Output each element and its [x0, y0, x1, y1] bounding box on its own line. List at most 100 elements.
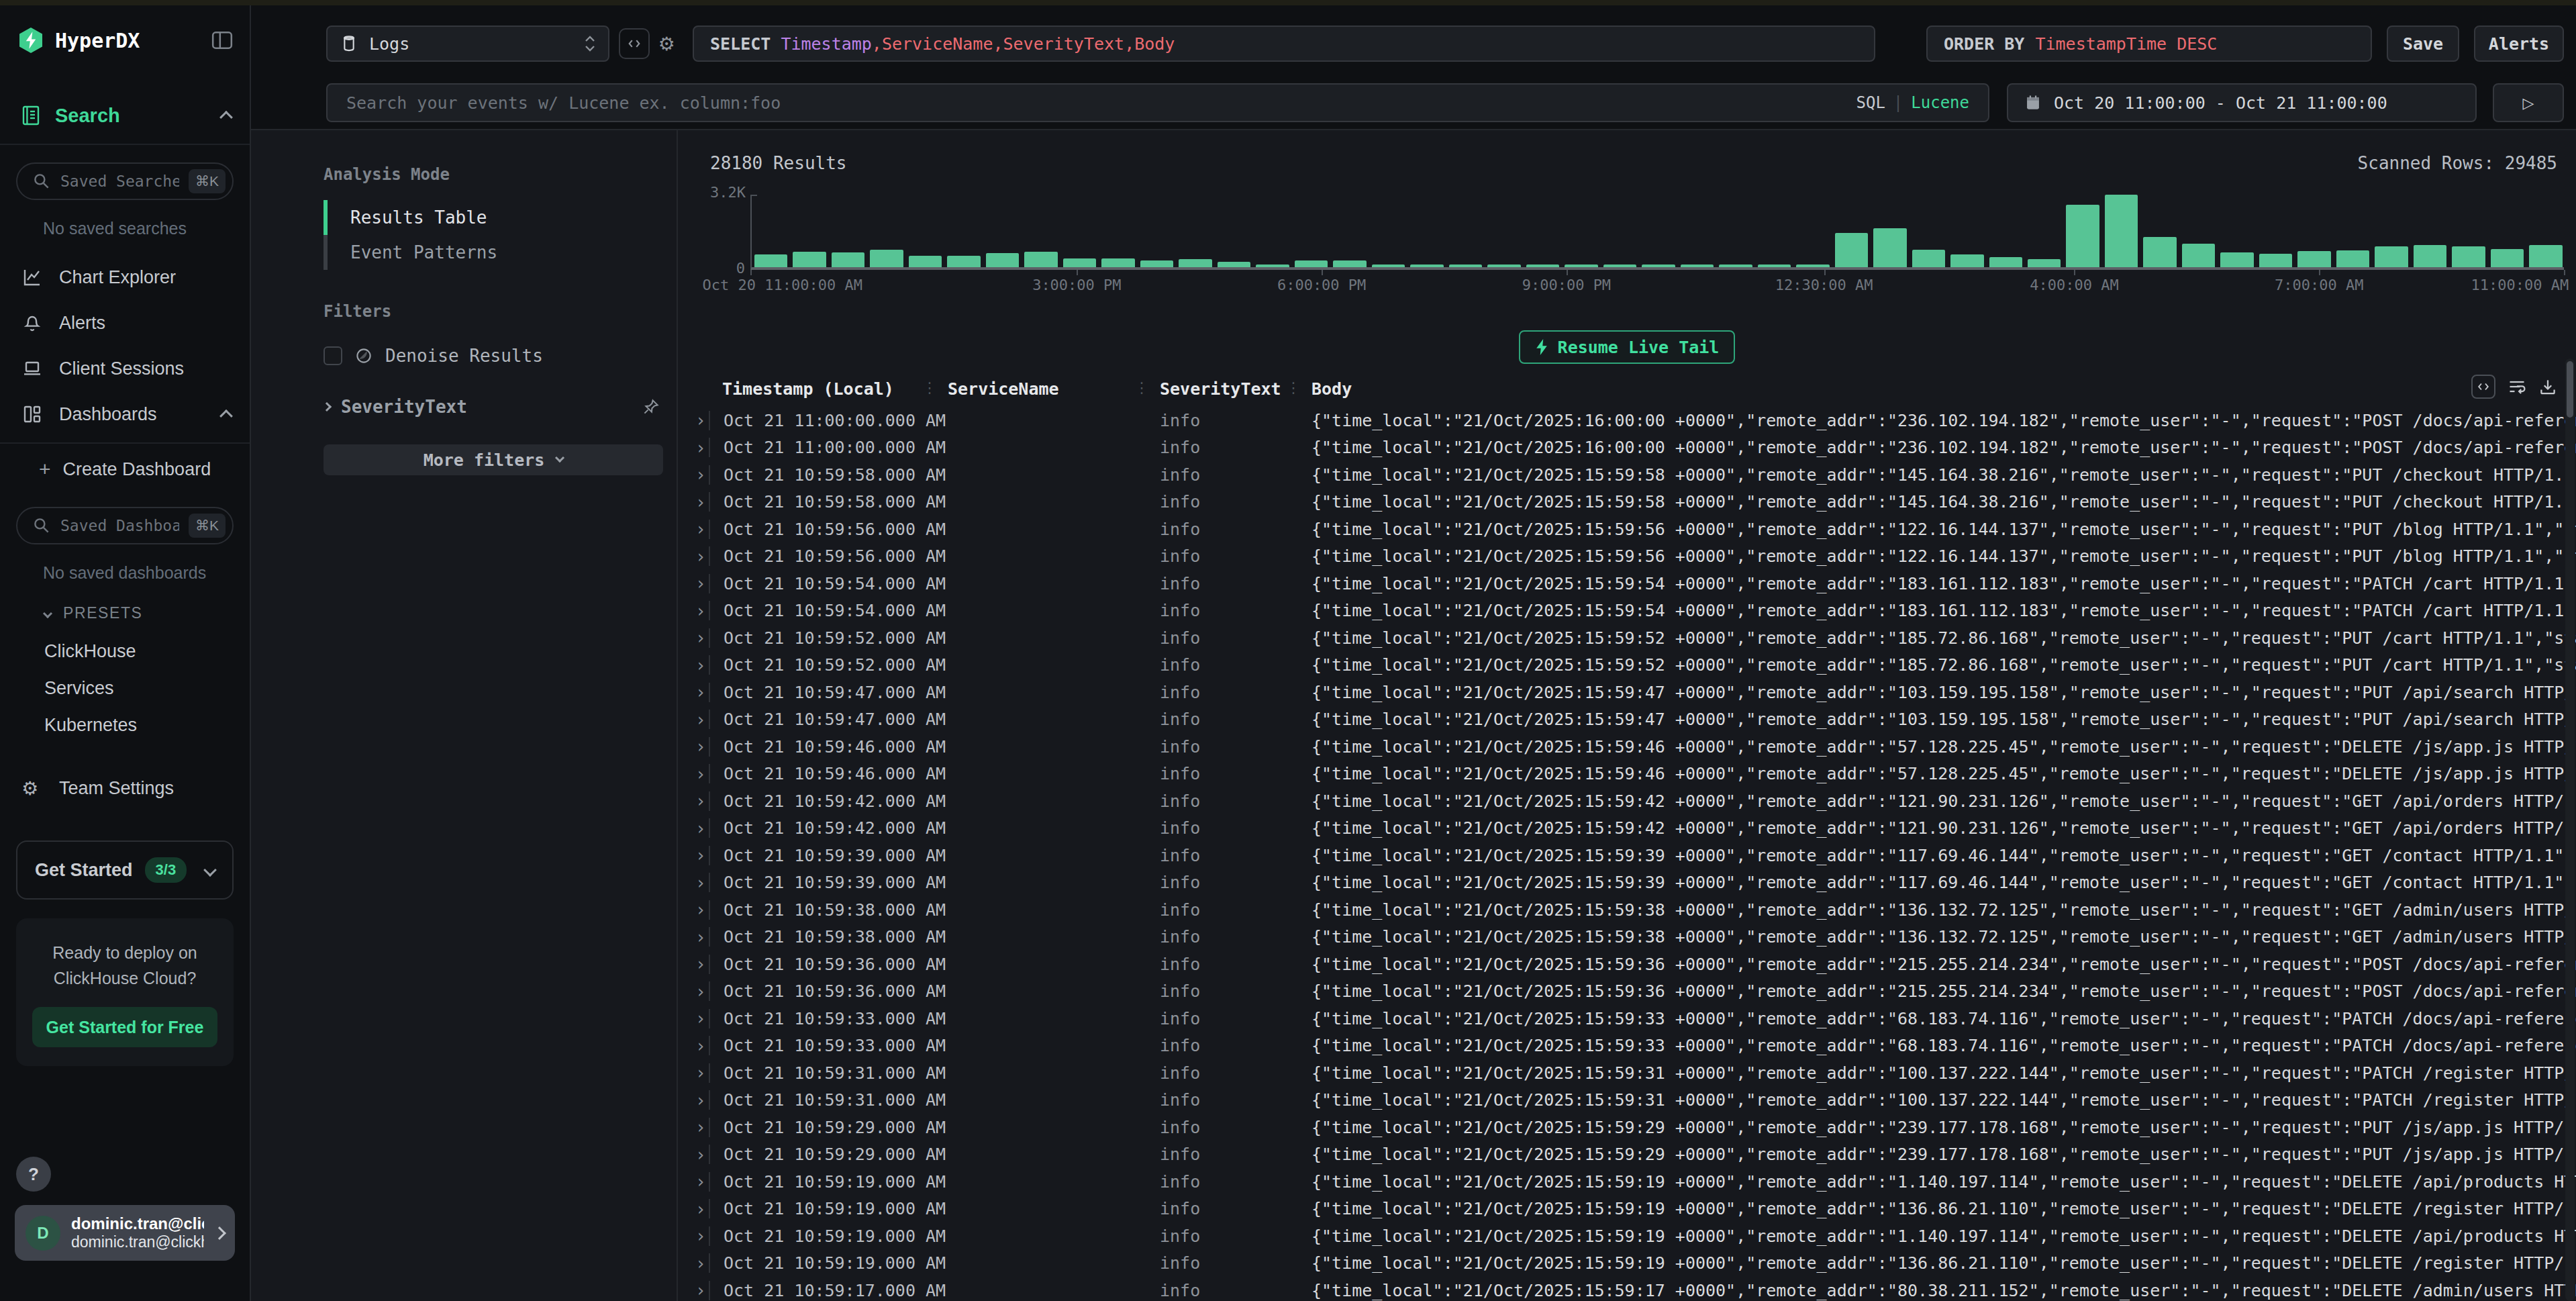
- pin-icon[interactable]: [642, 397, 660, 416]
- histogram-bar[interactable]: [1989, 257, 2022, 267]
- row-expand-chevron[interactable]: ›: [694, 815, 709, 842]
- histogram-bar[interactable]: [1642, 264, 1675, 267]
- histogram-bars[interactable]: [753, 195, 2564, 267]
- log-row[interactable]: ›Oct 21 10:59:33.000 AMinfo{"time_local"…: [694, 1032, 2576, 1060]
- row-expand-chevron[interactable]: ›: [694, 869, 709, 896]
- row-expand-chevron[interactable]: ›: [694, 978, 709, 1005]
- histogram-bar[interactable]: [754, 254, 787, 267]
- user-menu[interactable]: D dominic.tran@clic... dominic.tran@clic…: [15, 1205, 235, 1261]
- histogram-bar[interactable]: [1565, 264, 1597, 267]
- row-expand-chevron[interactable]: ›: [694, 407, 709, 434]
- histogram-bar[interactable]: [2529, 245, 2562, 267]
- severity-filter-group[interactable]: SeverityText: [324, 391, 663, 423]
- histogram-bar[interactable]: [1835, 233, 1868, 267]
- row-expand-chevron[interactable]: ›: [694, 1168, 709, 1195]
- get-started-free-button[interactable]: Get Started for Free: [32, 1007, 217, 1047]
- sql-toggle[interactable]: SQL: [1856, 93, 1885, 112]
- log-row[interactable]: ›Oct 21 10:59:56.000 AMinfo{"time_local"…: [694, 516, 2576, 543]
- histogram-bar[interactable]: [947, 256, 980, 267]
- histogram-bar[interactable]: [1295, 260, 1328, 267]
- help-button[interactable]: ?: [16, 1157, 51, 1192]
- histogram-bar[interactable]: [1179, 259, 1211, 267]
- row-expand-chevron[interactable]: ›: [694, 842, 709, 869]
- select-columns-input[interactable]: SELECT Timestamp ,ServiceName,SeverityTe…: [693, 26, 1875, 62]
- log-row[interactable]: ›Oct 21 10:59:36.000 AMinfo{"time_local"…: [694, 978, 2576, 1006]
- order-by-input[interactable]: ORDER BY TimestampTime DESC: [1926, 26, 2372, 62]
- log-row[interactable]: ›Oct 21 10:59:38.000 AMinfo{"time_local"…: [694, 924, 2576, 951]
- query-language-toggle[interactable]: SQL|Lucene: [1856, 93, 1969, 112]
- column-resize-grip[interactable]: ⋮: [922, 379, 937, 396]
- chevron-up-icon[interactable]: [219, 111, 233, 124]
- histogram-bar[interactable]: [1873, 228, 1906, 267]
- row-expand-chevron[interactable]: ›: [694, 1059, 709, 1086]
- histogram-bar[interactable]: [2066, 205, 2099, 267]
- save-button[interactable]: Save: [2387, 26, 2459, 62]
- log-row[interactable]: ›Oct 21 10:59:29.000 AMinfo{"time_local"…: [694, 1114, 2576, 1141]
- sidebar-item-chart-explorer[interactable]: Chart Explorer: [0, 254, 250, 300]
- log-row[interactable]: ›Oct 21 10:59:19.000 AMinfo{"time_local"…: [694, 1168, 2576, 1196]
- log-row[interactable]: ›Oct 21 10:59:39.000 AMinfo{"time_local"…: [694, 869, 2576, 897]
- histogram-bar[interactable]: [2336, 250, 2369, 267]
- histogram-bar[interactable]: [909, 256, 942, 268]
- code-view-icon[interactable]: [2471, 375, 2495, 399]
- preset-services[interactable]: Services: [0, 670, 250, 707]
- row-expand-chevron[interactable]: ›: [694, 1277, 709, 1301]
- row-expand-chevron[interactable]: ›: [694, 597, 709, 624]
- histogram-bar[interactable]: [832, 252, 864, 267]
- create-dashboard-button[interactable]: + Create Dashboard: [0, 449, 250, 489]
- download-icon[interactable]: [2538, 377, 2557, 396]
- log-row[interactable]: ›Oct 21 10:59:54.000 AMinfo{"time_local"…: [694, 570, 2576, 597]
- histogram-bar[interactable]: [1681, 264, 1714, 267]
- histogram-bar[interactable]: [1256, 264, 1289, 267]
- histogram-bar[interactable]: [2375, 246, 2408, 267]
- log-row[interactable]: ›Oct 21 10:59:29.000 AMinfo{"time_local"…: [694, 1141, 2576, 1169]
- log-row[interactable]: ›Oct 21 10:59:36.000 AMinfo{"time_local"…: [694, 951, 2576, 978]
- sidebar-item-client-sessions[interactable]: Client Sessions: [0, 346, 250, 391]
- histogram-bar[interactable]: [1410, 264, 1443, 267]
- row-expand-chevron[interactable]: ›: [694, 1087, 709, 1114]
- row-expand-chevron[interactable]: ›: [694, 489, 709, 516]
- run-query-button[interactable]: ▷: [2493, 83, 2564, 122]
- row-expand-chevron[interactable]: ›: [694, 1222, 709, 1249]
- sidebar-item-search[interactable]: Search: [0, 99, 250, 132]
- more-filters-button[interactable]: More filters: [324, 444, 663, 475]
- col-body[interactable]: Body: [1311, 379, 2576, 399]
- query-settings-button[interactable]: ⚙: [651, 28, 682, 59]
- col-severitytext[interactable]: SeverityText⋮: [1160, 379, 1311, 399]
- histogram-bar[interactable]: [2028, 259, 2061, 267]
- log-row[interactable]: ›Oct 21 10:59:52.000 AMinfo{"time_local"…: [694, 624, 2576, 652]
- histogram-bar[interactable]: [1063, 258, 1096, 267]
- histogram-bar[interactable]: [1101, 258, 1134, 267]
- log-row[interactable]: ›Oct 21 11:00:00.000 AMinfo{"time_local"…: [694, 434, 2576, 462]
- histogram-bar[interactable]: [1796, 264, 1829, 267]
- row-expand-chevron[interactable]: ›: [694, 434, 709, 461]
- row-expand-chevron[interactable]: ›: [694, 1250, 709, 1277]
- log-row[interactable]: ›Oct 21 10:59:42.000 AMinfo{"time_local"…: [694, 787, 2576, 815]
- sidebar-collapse-icon[interactable]: [211, 29, 234, 52]
- histogram-bar[interactable]: [2297, 251, 2330, 267]
- column-resize-grip[interactable]: ⋮: [1286, 379, 1301, 396]
- log-row[interactable]: ›Oct 21 10:59:19.000 AMinfo{"time_local"…: [694, 1250, 2576, 1278]
- mode-event-patterns[interactable]: Event Patterns: [324, 235, 663, 270]
- histogram-bar[interactable]: [2220, 252, 2253, 267]
- histogram-bar[interactable]: [1719, 264, 1752, 267]
- sidebar-item-team-settings[interactable]: ⚙ Team Settings: [0, 765, 250, 811]
- histogram-bar[interactable]: [793, 252, 826, 267]
- presets-toggle[interactable]: PRESETS: [0, 604, 250, 622]
- lucene-search-input[interactable]: Search your events w/ Lucene ex. column:…: [326, 83, 1989, 122]
- histogram-bar[interactable]: [1140, 260, 1173, 267]
- row-expand-chevron[interactable]: ›: [694, 1196, 709, 1222]
- scrollbar-thumb[interactable]: [2567, 361, 2573, 418]
- log-row[interactable]: ›Oct 21 11:00:00.000 AMinfo{"time_local"…: [694, 407, 2576, 434]
- row-expand-chevron[interactable]: ›: [694, 1114, 709, 1141]
- log-row[interactable]: ›Oct 21 10:59:19.000 AMinfo{"time_local"…: [694, 1196, 2576, 1223]
- preset-clickhouse[interactable]: ClickHouse: [0, 633, 250, 670]
- log-row[interactable]: ›Oct 21 10:59:56.000 AMinfo{"time_local"…: [694, 543, 2576, 571]
- row-expand-chevron[interactable]: ›: [694, 951, 709, 977]
- histogram-bar[interactable]: [2259, 254, 2292, 267]
- source-select[interactable]: Logs: [326, 26, 609, 62]
- row-expand-chevron[interactable]: ›: [694, 543, 709, 570]
- col-servicename[interactable]: ServiceName⋮: [948, 379, 1160, 399]
- histogram-bar[interactable]: [1372, 264, 1405, 267]
- column-resize-grip[interactable]: ⋮: [1134, 379, 1149, 396]
